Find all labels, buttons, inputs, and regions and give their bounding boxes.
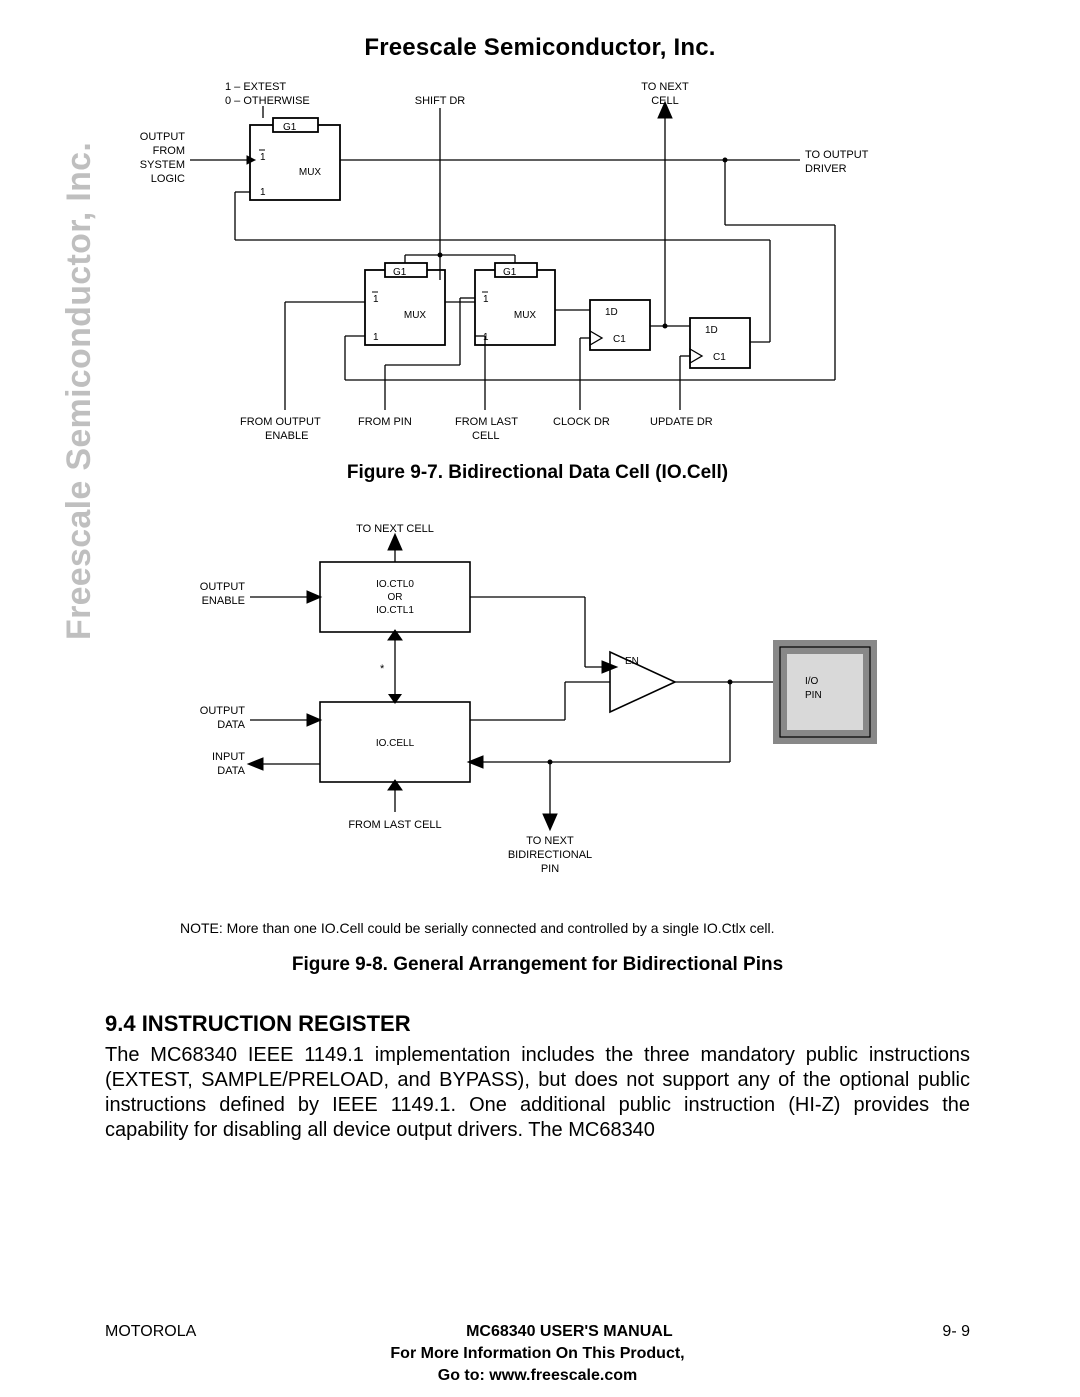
- g1-top: G1: [283, 122, 297, 133]
- from-pin-label: FROM PIN: [358, 416, 412, 428]
- sys-out2: FROM: [153, 145, 185, 157]
- one-m3: 1: [483, 332, 489, 343]
- to-output2: DRIVER: [805, 163, 847, 175]
- from-outenable-1: FROM OUTPUT: [240, 416, 321, 428]
- ff1-c1: C1: [613, 334, 626, 345]
- footer-center: MC68340 USER'S MANUAL: [466, 1323, 673, 1341]
- onebar-m3: 1: [483, 294, 489, 305]
- figure-9-7-caption: Figure 9-7. Bidirectional Data Cell (IO.…: [105, 462, 970, 484]
- outenable-1: OUTPUT: [200, 581, 246, 593]
- footer-right: 9- 9: [942, 1323, 970, 1341]
- clockdr-label: CLOCK DR: [553, 416, 610, 428]
- sys-out1: OUTPUT: [140, 131, 186, 143]
- d2-tonextbidir3: PIN: [541, 863, 559, 875]
- section-9-4-heading: 9.4 INSTRUCTION REGISTER: [105, 1011, 970, 1037]
- to-output1: TO OUTPUT: [805, 149, 869, 161]
- shiftdr-label: SHIFT DR: [415, 95, 466, 107]
- from-outenable-2: ENABLE: [265, 430, 308, 442]
- diagram-io-cell: 1 – EXTEST 0 – OTHERWISE SHIFT DR TO NEX…: [105, 70, 970, 450]
- tonext-label1: TO NEXT: [641, 81, 689, 93]
- footer-left: MOTOROLA: [105, 1323, 196, 1341]
- indata-1: INPUT: [212, 751, 245, 763]
- figure-9-8-caption: Figure 9-8. General Arrangement for Bidi…: [105, 954, 970, 976]
- indata-2: DATA: [217, 765, 245, 777]
- footer-line3: Go to: www.freescale.com: [105, 1367, 970, 1385]
- d2-fromlastcell: FROM LAST CELL: [348, 819, 441, 831]
- outenable-2: ENABLE: [202, 595, 245, 607]
- ff2-c1: C1: [713, 352, 726, 363]
- figure-9-8-note: NOTE: More than one IO.Cell could be ser…: [180, 920, 970, 936]
- page-footer: MOTOROLA MC68340 USER'S MANUAL 9- 9 For …: [105, 1323, 970, 1385]
- footer-line2: For More Information On This Product,: [105, 1345, 970, 1363]
- d2-tonextbidir1: TO NEXT: [526, 835, 574, 847]
- d2-tonextbidir2: BIDIRECTIONAL: [508, 849, 592, 861]
- g1-m2: G1: [393, 267, 407, 278]
- from-last-cell-1: FROM LAST: [455, 416, 518, 428]
- one-top: 1: [260, 187, 266, 198]
- sys-out3: SYSTEM: [140, 159, 185, 171]
- io-pin-1: I/O: [805, 676, 819, 687]
- extest-line1: 1 – EXTEST: [225, 81, 286, 93]
- en-label: EN: [625, 656, 639, 667]
- ff2-1d: 1D: [705, 325, 718, 336]
- sys-out4: LOGIC: [151, 173, 185, 185]
- mux-m2: MUX: [404, 310, 427, 321]
- g1-m3: G1: [503, 267, 517, 278]
- io-pin-2: PIN: [805, 690, 822, 701]
- from-last-cell-2: CELL: [472, 430, 500, 442]
- updatedr-label: UPDATE DR: [650, 416, 713, 428]
- ioctl-3: IO.CTL1: [376, 605, 414, 616]
- outdata-2: DATA: [217, 719, 245, 731]
- ff1-1d: 1D: [605, 307, 618, 318]
- one-m2: 1: [373, 332, 379, 343]
- mux-top-text: MUX: [299, 167, 322, 178]
- outdata-1: OUTPUT: [200, 705, 246, 717]
- page-header: Freescale Semiconductor, Inc.: [0, 0, 1080, 62]
- star: *: [380, 663, 385, 675]
- ioctl-2: OR: [388, 592, 403, 603]
- iocell-label: IO.CELL: [376, 738, 415, 749]
- section-9-4-body: The MC68340 IEEE 1149.1 implementation i…: [105, 1043, 970, 1143]
- ioctl-1: IO.CTL0: [376, 579, 414, 590]
- diagram-bidir-pins: TO NEXT CELL IO.CTL0 OR IO.CTL1 OUTPUT E…: [105, 512, 970, 912]
- onebar-top: 1: [260, 152, 266, 163]
- onebar-m2: 1: [373, 294, 379, 305]
- side-watermark: Freescale Semiconductor, Inc.: [60, 142, 99, 640]
- extest-line2: 0 – OTHERWISE: [225, 95, 310, 107]
- mux-m3: MUX: [514, 310, 537, 321]
